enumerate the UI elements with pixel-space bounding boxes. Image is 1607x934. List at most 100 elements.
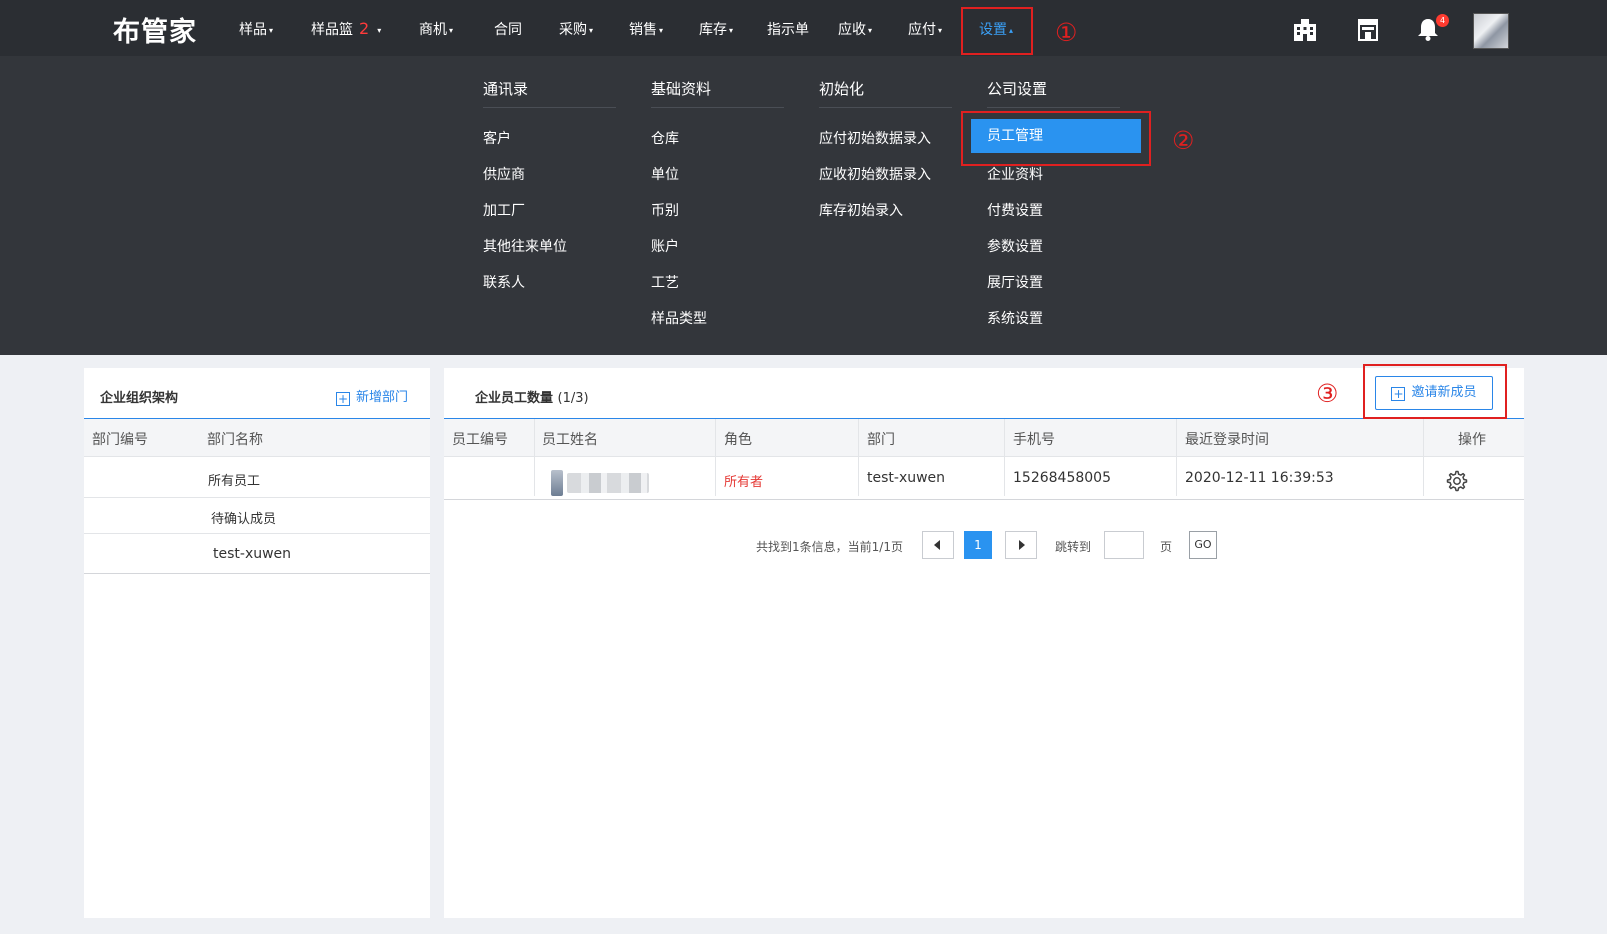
menu-item-showroom-settings[interactable]: 展厅设置: [987, 272, 1043, 292]
divider: [651, 107, 784, 108]
employee-name-blurred: [567, 473, 649, 493]
caret-down-icon: ▾: [729, 25, 734, 35]
plus-icon: +: [336, 392, 350, 406]
jump-to-label: 跳转到: [1055, 540, 1092, 554]
divider: [819, 107, 952, 108]
annotation-box-employee-management: [961, 111, 1151, 166]
caret-down-icon: ▾: [868, 25, 873, 35]
settings-dropdown-menu: 通讯录 客户 供应商 加工厂 其他往来单位 联系人 基础资料 仓库 单位 币别 …: [0, 56, 1607, 355]
caret-left-icon: [934, 540, 940, 550]
nav-item-sample-basket[interactable]: 样品篮 2 ▾: [311, 19, 381, 39]
menu-item-other-units[interactable]: 其他往来单位: [483, 236, 567, 256]
nav-label: 库存: [699, 22, 727, 38]
row-divider: [84, 497, 430, 498]
org-structure-panel: 企业组织架构 + 新增部门 部门编号 部门名称 所有员工 待确认成员 test-x…: [84, 368, 430, 918]
avatar[interactable]: [1473, 13, 1509, 49]
add-department-label: 新增部门: [356, 390, 409, 405]
menu-item-contacts[interactable]: 联系人: [483, 272, 525, 292]
nav-item-opportunity[interactable]: 商机 ▾: [419, 19, 453, 39]
caret-down-icon: ▾: [377, 25, 382, 35]
annotation-number-3: ③: [1316, 379, 1339, 408]
divider: [987, 107, 1120, 108]
nav-item-purchase[interactable]: 采购 ▾: [559, 19, 593, 39]
employee-role-cell: 所有者: [724, 475, 764, 490]
shop-icon[interactable]: [1355, 16, 1381, 42]
menu-item-parameter-settings[interactable]: 参数设置: [987, 236, 1043, 256]
nav-item-sample[interactable]: 样品 ▾: [239, 19, 273, 39]
app-logo[interactable]: 布管家: [113, 10, 197, 49]
org-structure-title: 企业组织架构: [100, 391, 179, 406]
column-divider: [1176, 419, 1177, 496]
nav-label: 指示单: [767, 22, 809, 38]
annotation-box-invite: [1363, 364, 1507, 419]
prev-page-button[interactable]: [922, 531, 954, 559]
notification-count-badge: 4: [1436, 14, 1449, 27]
menu-item-system-settings[interactable]: 系统设置: [987, 308, 1043, 328]
nav-item-payable[interactable]: 应付 ▾: [908, 19, 942, 39]
add-department-button[interactable]: + 新增部门: [336, 386, 408, 406]
column-title-contacts: 通讯录: [483, 80, 529, 98]
nav-label: 样品篮: [311, 22, 353, 38]
column-divider: [715, 419, 716, 496]
column-header-employee-id: 员工编号: [452, 432, 508, 448]
column-header-phone: 手机号: [1013, 432, 1055, 448]
employee-last-login-cell: 2020-12-11 16:39:53: [1185, 470, 1334, 486]
menu-item-customer[interactable]: 客户: [483, 128, 511, 148]
go-button[interactable]: GO: [1189, 531, 1217, 559]
column-header-actions: 操作: [1458, 432, 1486, 448]
menu-item-supplier[interactable]: 供应商: [483, 164, 525, 184]
column-header-role: 角色: [724, 432, 752, 448]
caret-down-icon: ▾: [269, 25, 274, 35]
nav-item-contract[interactable]: 合同: [494, 19, 522, 39]
department-item-test-xuwen[interactable]: test-xuwen: [213, 546, 291, 562]
nav-item-instruction[interactable]: 指示单: [767, 19, 809, 39]
basket-count-badge: 2: [359, 19, 370, 38]
department-item-pending[interactable]: 待确认成员: [211, 508, 276, 527]
page-jump-input[interactable]: [1104, 531, 1144, 559]
menu-item-inventory-init[interactable]: 库存初始录入: [819, 200, 903, 220]
next-page-button[interactable]: [1005, 531, 1037, 559]
menu-item-factory[interactable]: 加工厂: [483, 200, 525, 220]
menu-item-process[interactable]: 工艺: [651, 272, 679, 292]
employee-panel: 企业员工数量 (1/3) + 邀请新成员 员工编号 员工姓名 角色 部门 手机号 …: [444, 368, 1524, 918]
gear-icon[interactable]: [1444, 469, 1468, 493]
column-header-department: 部门: [867, 432, 895, 448]
building-icon[interactable]: [1292, 16, 1318, 42]
employee-table-header: 员工编号 员工姓名 角色 部门 手机号 最近登录时间 操作: [444, 419, 1524, 456]
column-title-company-settings: 公司设置: [987, 80, 1048, 98]
menu-item-sample-type[interactable]: 样品类型: [651, 308, 707, 328]
row-divider: [84, 573, 430, 574]
annotation-box-settings: [961, 7, 1033, 55]
caret-down-icon: ▾: [938, 25, 943, 35]
nav-item-sales[interactable]: 销售 ▾: [629, 19, 663, 39]
employee-count-label: 企业员工数量: [475, 391, 554, 406]
divider: [483, 107, 616, 108]
department-table-header: 部门编号 部门名称: [84, 419, 430, 456]
employee-dept-cell: test-xuwen: [867, 470, 946, 486]
menu-item-currency[interactable]: 币别: [651, 200, 679, 220]
caret-right-icon: [1019, 540, 1025, 550]
menu-item-account[interactable]: 账户: [651, 236, 679, 256]
column-title-basic-data: 基础资料: [651, 80, 712, 98]
menu-item-billing-settings[interactable]: 付费设置: [987, 200, 1043, 220]
annotation-number-2: ②: [1172, 126, 1195, 155]
column-header-dept-name: 部门名称: [207, 432, 263, 448]
column-divider: [1423, 419, 1424, 496]
menu-item-warehouse[interactable]: 仓库: [651, 128, 679, 148]
current-page-button[interactable]: 1: [964, 531, 992, 559]
nav-label: 销售: [629, 22, 657, 38]
nav-label: 采购: [559, 22, 587, 38]
nav-label: 应收: [838, 22, 866, 38]
nav-item-receivable[interactable]: 应收 ▾: [838, 19, 872, 39]
nav-label: 商机: [419, 22, 447, 38]
menu-item-receivable-init[interactable]: 应收初始数据录入: [819, 164, 931, 184]
menu-item-company-profile[interactable]: 企业资料: [987, 164, 1043, 184]
nav-item-inventory[interactable]: 库存 ▾: [699, 19, 733, 39]
department-item-all[interactable]: 所有员工: [208, 470, 260, 489]
caret-down-icon: ▾: [589, 25, 594, 35]
menu-item-unit[interactable]: 单位: [651, 164, 679, 184]
column-title-initialization: 初始化: [819, 80, 865, 98]
nav-label: 样品: [239, 22, 267, 38]
menu-item-payable-init[interactable]: 应付初始数据录入: [819, 128, 931, 148]
column-header-last-login: 最近登录时间: [1185, 432, 1269, 448]
